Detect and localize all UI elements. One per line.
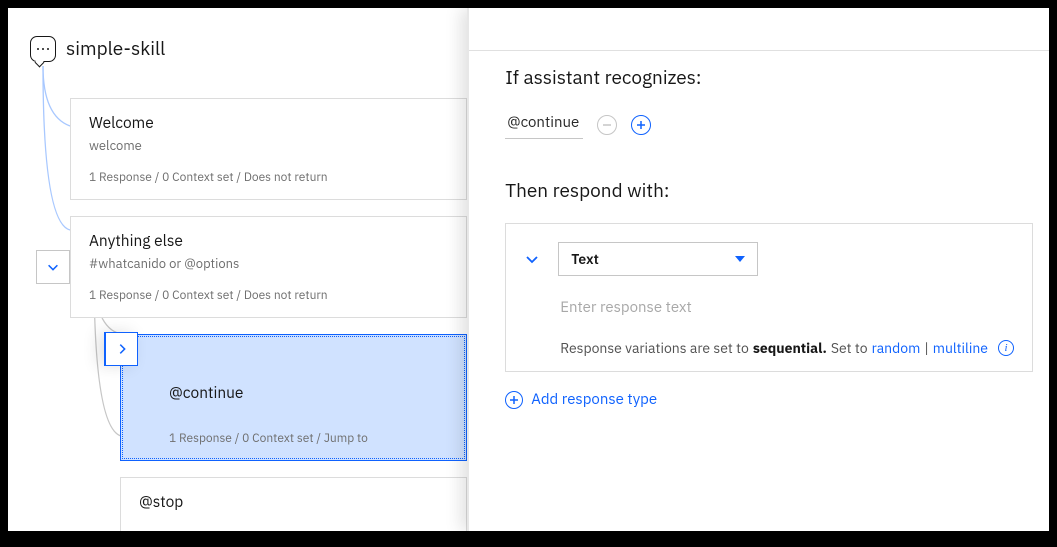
node-title: @continue xyxy=(169,383,448,403)
chevron-down-icon[interactable] xyxy=(524,251,540,267)
caret-down-icon xyxy=(735,256,745,262)
variations-mode: sequential. xyxy=(753,339,827,357)
divider xyxy=(469,50,1049,51)
multiline-link[interactable]: multiline xyxy=(933,339,988,357)
tree-area: Welcome welcome 1 Response / 0 Context s… xyxy=(8,98,467,531)
remove-condition-button[interactable] xyxy=(597,115,617,135)
add-response-label: Add response type xyxy=(531,390,657,409)
node-title: Welcome xyxy=(89,113,448,133)
node-meta: 1 Response / 0 Context set / Does not re… xyxy=(89,288,448,303)
respond-heading: Then respond with: xyxy=(505,179,1043,203)
node-meta: 1 Response / 0 Context set / Does not re… xyxy=(89,170,448,185)
chat-bubble-icon xyxy=(30,36,56,62)
plus-icon xyxy=(505,391,523,409)
response-type-label: Text xyxy=(571,250,599,268)
node-condition: welcome xyxy=(89,137,448,154)
variations-prefix: Response variations are set to xyxy=(560,339,749,357)
node-condition: #whatcanido or @options xyxy=(89,255,448,272)
add-response-type-button[interactable]: Add response type xyxy=(505,390,1043,409)
node-stop[interactable]: @stop 1 Response / 0 Context set xyxy=(120,477,467,531)
node-title: @stop xyxy=(139,492,448,512)
response-block: Text Enter response text Response variat… xyxy=(505,223,1033,372)
app-frame: simple-skill Welcome welcome 1 Response … xyxy=(8,8,1049,531)
chevron-down-icon xyxy=(46,260,60,274)
node-meta: 1 Response / 0 Context set / Jump to xyxy=(169,431,448,446)
node-anything-else[interactable]: Anything else #whatcanido or @options 1 … xyxy=(70,216,467,318)
add-condition-button[interactable] xyxy=(631,115,651,135)
node-title: Anything else xyxy=(89,231,448,251)
node-welcome[interactable]: Welcome welcome 1 Response / 0 Context s… xyxy=(70,98,467,200)
expand-toggle[interactable] xyxy=(36,250,70,284)
response-text-input[interactable]: Enter response text xyxy=(560,298,1014,317)
expand-toggle[interactable] xyxy=(104,332,138,366)
condition-input[interactable]: @continue xyxy=(505,110,583,139)
node-detail-panel: If assistant recognizes: @continue Then … xyxy=(467,8,1049,531)
recognizes-heading: If assistant recognizes: xyxy=(505,66,1043,90)
node-continue[interactable]: @continue 1 Response / 0 Context set / J… xyxy=(120,334,467,461)
plus-icon xyxy=(636,120,646,130)
pipe: | xyxy=(924,339,928,357)
response-type-select[interactable]: Text xyxy=(558,242,758,276)
dialog-tree-panel: simple-skill Welcome welcome 1 Response … xyxy=(8,8,467,531)
skill-header: simple-skill xyxy=(8,36,467,62)
random-link[interactable]: random xyxy=(872,339,921,357)
variations-note: Response variations are set to sequentia… xyxy=(560,339,1014,357)
chevron-right-icon xyxy=(115,342,129,356)
minus-icon xyxy=(602,120,612,130)
skill-name: simple-skill xyxy=(66,37,165,61)
variations-setto: Set to xyxy=(831,339,868,357)
condition-row: @continue xyxy=(505,110,1043,139)
info-icon[interactable]: i xyxy=(998,340,1014,356)
